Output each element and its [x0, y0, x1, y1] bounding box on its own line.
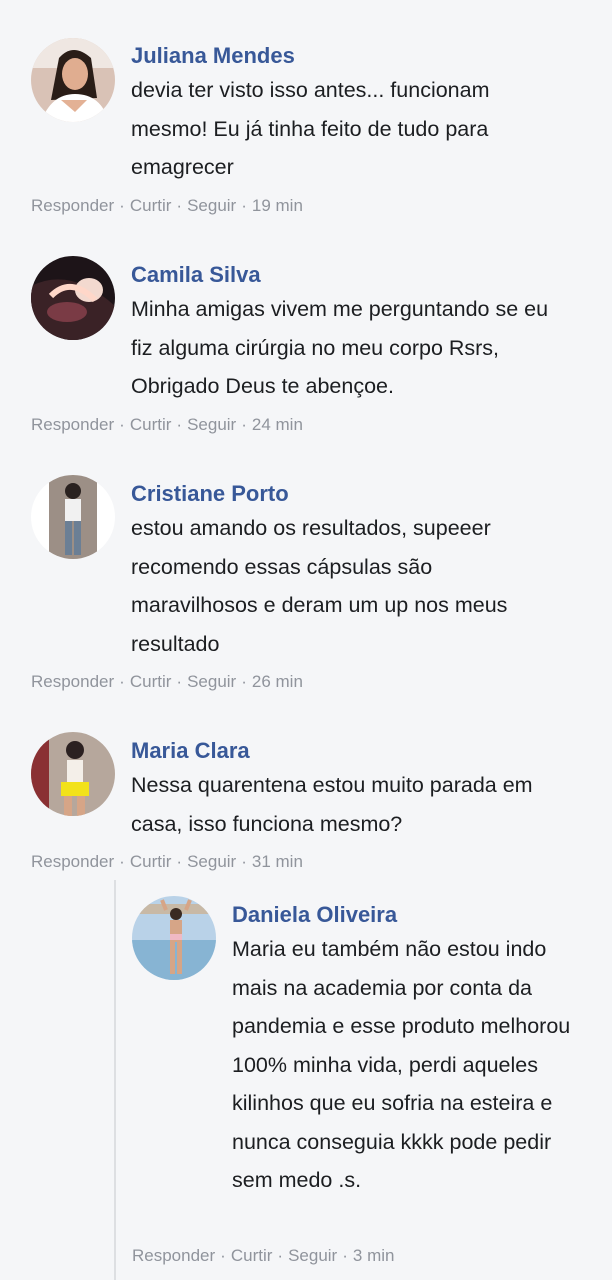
reply-item: Daniela Oliveira Maria eu também não est…	[0, 0, 612, 1280]
profile-photo-icon	[132, 896, 216, 980]
separator: ·	[277, 1246, 284, 1265]
separator: ·	[220, 1246, 226, 1265]
comment-text: Maria eu também não estou indo mais na a…	[232, 937, 571, 1192]
avatar[interactable]	[132, 896, 216, 980]
timestamp[interactable]: 3 min	[353, 1246, 395, 1265]
like-link[interactable]: Curtir	[231, 1246, 273, 1265]
reply-link[interactable]: Responder	[132, 1246, 215, 1265]
comment-author[interactable]: Daniela Oliveira	[232, 902, 397, 928]
separator: ·	[342, 1246, 348, 1265]
comment-actions: Responder · Curtir · Seguir · 3 min	[132, 1246, 394, 1266]
follow-link[interactable]: Seguir	[288, 1246, 337, 1265]
